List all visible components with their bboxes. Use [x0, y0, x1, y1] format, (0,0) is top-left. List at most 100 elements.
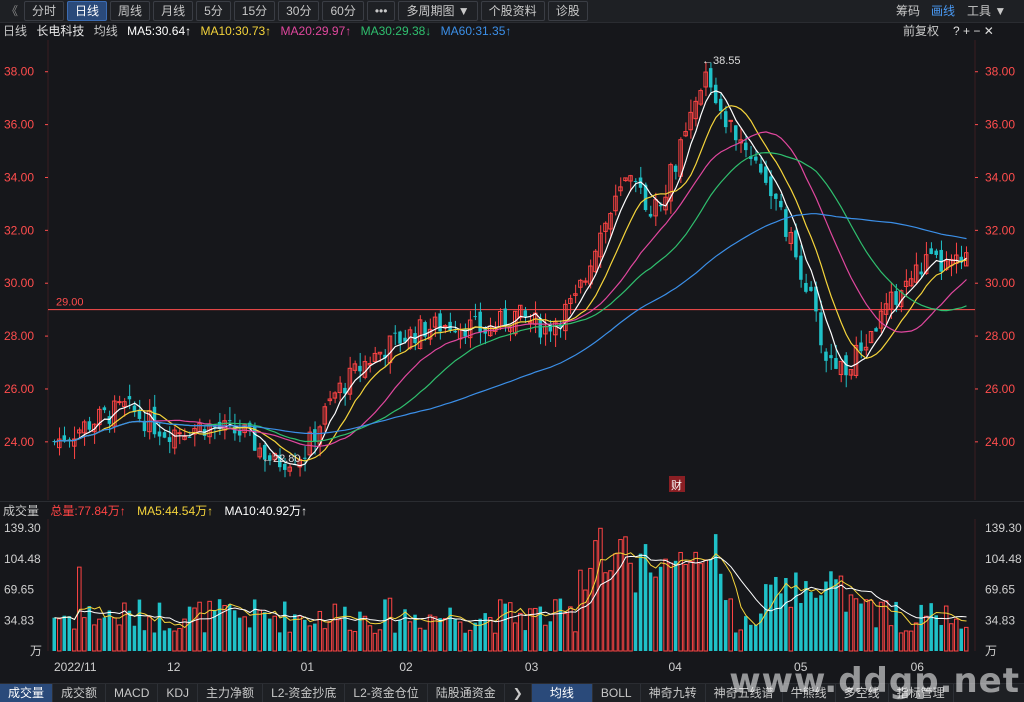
volume-bar	[603, 572, 608, 652]
volume-bar	[257, 609, 262, 652]
chips-button[interactable]: 筹码	[896, 0, 920, 22]
tab-boll[interactable]: BOLL	[593, 684, 641, 702]
volume-bar	[267, 618, 272, 651]
candle-body	[393, 332, 397, 334]
tab-weekly[interactable]: 周线	[110, 1, 151, 21]
tab-ma[interactable]: 均线	[531, 684, 593, 702]
volume-bar	[663, 558, 668, 652]
ma20-value: MA20:29.97↑	[280, 24, 352, 38]
volume-bar	[167, 628, 172, 651]
tab-turnover[interactable]: 成交额	[53, 684, 107, 702]
volume-bar	[347, 629, 353, 652]
price-tick-right: 36.00	[985, 118, 1015, 132]
tab-intraday[interactable]: 分时	[24, 1, 65, 21]
tab-l2-bottom[interactable]: L2-资金抄底	[263, 684, 346, 702]
tab-magic-nine[interactable]: 神奇九转	[641, 684, 706, 702]
volume-bar	[749, 624, 753, 651]
tab-volume[interactable]: 成交量	[0, 684, 54, 702]
collapse-left-icon[interactable]: 《	[3, 2, 21, 20]
volume-bar	[653, 576, 658, 652]
volume-tick-right: 104.48	[985, 552, 1022, 566]
stock-name[interactable]: 长电科技	[36, 24, 84, 38]
volume-bar	[507, 602, 513, 652]
volume-bar	[297, 615, 303, 652]
price-tick-left: 36.00	[4, 118, 34, 132]
tab-30min[interactable]: 30分	[278, 1, 320, 21]
volume-bar	[563, 613, 568, 652]
multi-period-dropdown[interactable]: 多周期图 ▼	[398, 1, 478, 21]
ma-label[interactable]: 均线	[94, 24, 118, 38]
volume-bar	[598, 527, 603, 652]
candle-body	[503, 308, 507, 327]
volume-bar	[343, 606, 347, 651]
candle-body	[177, 432, 182, 435]
volume-bar	[112, 617, 117, 652]
volume-bar	[963, 626, 969, 652]
volume-bar	[819, 595, 823, 651]
candle-body	[779, 200, 783, 208]
volume-bar	[553, 599, 558, 652]
candle-body	[874, 328, 878, 332]
candle-body	[929, 248, 933, 254]
reference-label: 29.00	[56, 297, 84, 309]
volume-bar	[393, 632, 397, 651]
time-axis-label: 12	[167, 660, 181, 674]
volume-bar	[613, 553, 618, 652]
volume-bar	[478, 618, 482, 651]
ma10-line	[54, 105, 967, 462]
volume-bar	[283, 601, 287, 651]
volume-bar	[467, 629, 473, 652]
chart-zoom-icons[interactable]: ? + − ✕	[953, 22, 994, 40]
volume-bar	[497, 599, 503, 652]
volume-bar	[799, 602, 803, 651]
volume-tick-left: 139.30	[4, 521, 41, 535]
tools-dropdown[interactable]: 工具 ▼	[967, 0, 1006, 22]
scroll-tabs-icon[interactable]: ❯	[505, 684, 532, 702]
finance-marker-label: 财	[671, 478, 682, 492]
tab-15min[interactable]: 15分	[233, 1, 276, 21]
volume-bar	[769, 584, 773, 651]
tab-kdj[interactable]: KDJ	[158, 684, 199, 702]
volume-bar	[147, 616, 152, 652]
volume-bar	[62, 615, 67, 651]
volume-bar	[217, 599, 222, 651]
price-tick-right: 26.00	[985, 382, 1015, 396]
tab-macd[interactable]: MACD	[106, 684, 159, 702]
price-tick-left: 38.00	[4, 65, 34, 79]
tab-l2-position[interactable]: L2-资金仓位	[345, 684, 428, 702]
volume-unit-right: 万	[985, 644, 997, 658]
volume-chart[interactable]: 139.30 139.30 104.48 104.48 69.65 69.65 34.83 3…	[0, 519, 1024, 683]
tab-daily[interactable]: 日线	[67, 1, 108, 21]
price-tick-right: 32.00	[985, 223, 1015, 237]
more-periods-button[interactable]: •••	[366, 1, 396, 21]
volume-bar	[913, 622, 919, 652]
tab-5min[interactable]: 5分	[196, 1, 231, 21]
volume-bar	[824, 581, 828, 651]
volume-bar	[678, 551, 683, 652]
adjust-mode-button[interactable]: 前复权	[903, 22, 939, 40]
volume-bar	[207, 600, 212, 652]
tab-monthly[interactable]: 月线	[153, 1, 194, 21]
volume-bar	[898, 632, 904, 652]
price-tick-left: 32.00	[4, 223, 34, 237]
volume-bar	[307, 625, 313, 652]
volume-bar	[608, 570, 613, 652]
volume-bar	[533, 607, 538, 652]
volume-bar	[844, 611, 848, 651]
candle-body	[117, 401, 122, 404]
volume-bar	[929, 603, 933, 651]
volume-bar	[814, 597, 818, 651]
volume-bar	[894, 601, 898, 651]
stock-profile-button[interactable]: 个股资料	[480, 1, 545, 21]
draw-line-button[interactable]: 画线	[931, 0, 955, 22]
diagnose-button[interactable]: 诊股	[547, 1, 588, 21]
candle-body	[934, 250, 938, 255]
volume-bar	[859, 603, 863, 651]
volume-bar	[252, 599, 257, 651]
volume-bar	[673, 560, 678, 651]
tab-main-net[interactable]: 主力净额	[198, 684, 264, 702]
tab-hk-connect[interactable]: 陆股通资金	[428, 684, 505, 702]
tab-60min[interactable]: 60分	[322, 1, 364, 21]
volume-bar	[52, 617, 57, 651]
candlestick-chart[interactable]: 38.00 38.00 36.00 36.00 34.00 34.00 32.00 32.00…	[0, 40, 1024, 500]
